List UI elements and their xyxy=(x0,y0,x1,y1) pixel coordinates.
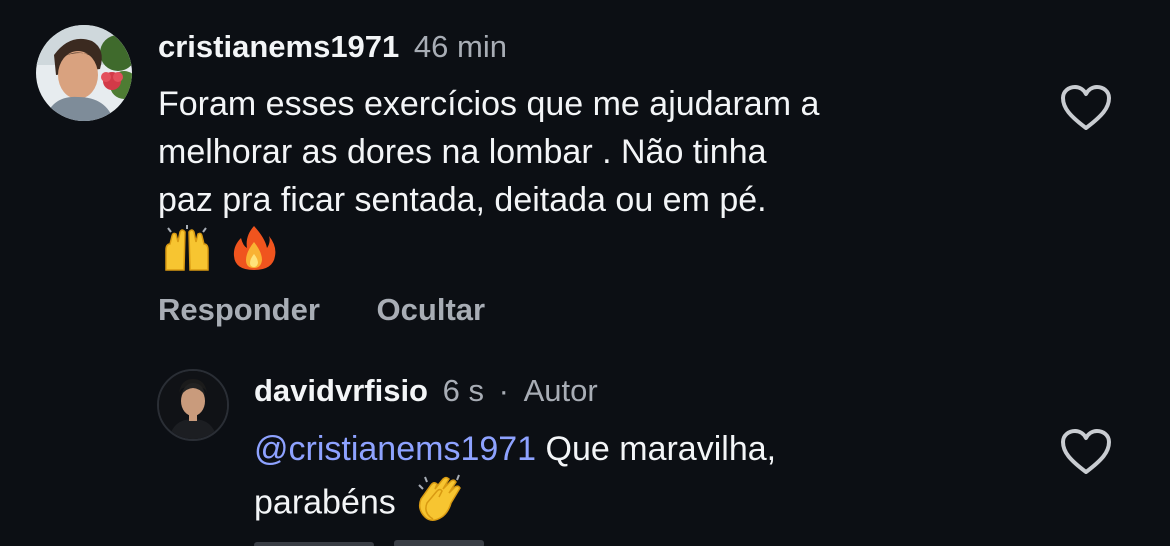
reply-header: davidvrfisio 6 s · Autor xyxy=(254,371,598,411)
comment-text-line: melhorar as dores na lombar . Não tinha xyxy=(158,133,767,171)
comment-text-line: Foram esses exercícios que me ajudaram a xyxy=(158,85,820,123)
timestamp: 46 min xyxy=(413,29,507,64)
comment-actions: Responder Ocultar xyxy=(158,292,485,328)
emoji-row xyxy=(158,224,819,272)
timestamp: 6 s xyxy=(442,373,484,408)
heart-outline-icon[interactable] xyxy=(1060,428,1112,476)
clapping-hands-emoji xyxy=(413,473,467,536)
avatar[interactable] xyxy=(157,369,229,441)
separator-dot: · xyxy=(498,373,509,408)
hide-button[interactable]: Ocultar xyxy=(377,292,486,327)
raising-hands-emoji xyxy=(158,224,216,285)
mention-link[interactable]: @cristianems1971 xyxy=(254,430,536,468)
author-badge: Autor xyxy=(523,373,598,408)
truncated-next-content xyxy=(254,534,554,546)
heart-outline-icon[interactable] xyxy=(1060,84,1112,132)
reply-text-line: parabéns xyxy=(254,483,396,522)
avatar[interactable] xyxy=(36,25,132,121)
reply-text-line: Que maravilha, xyxy=(545,430,777,468)
comment-text: Foram esses exercícios que me ajudaram a… xyxy=(158,80,819,272)
username[interactable]: cristianems1971 xyxy=(158,29,399,64)
username[interactable]: davidvrfisio xyxy=(254,373,428,408)
fire-emoji xyxy=(231,224,277,285)
reply-button[interactable]: Responder xyxy=(158,292,320,327)
comment-header: cristianems1971 46 min xyxy=(158,27,507,67)
comment-text-line: paz pra ficar sentada, deitada ou em pé. xyxy=(158,181,767,219)
reply-text: @cristianems1971 Que maravilha, parabéns xyxy=(254,425,776,536)
